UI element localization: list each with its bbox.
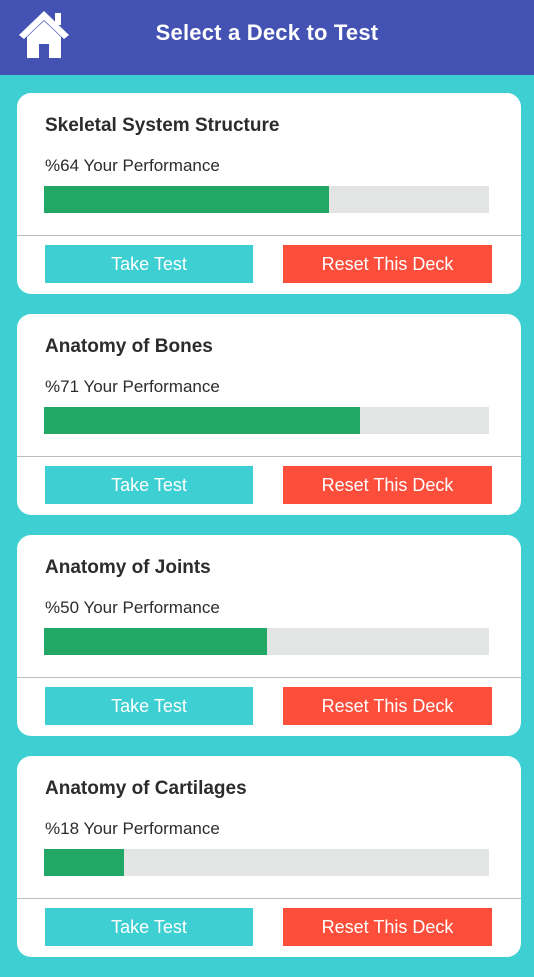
take-test-button[interactable]: Take Test [45,466,253,504]
performance-label: %50 Your Performance [45,598,220,617]
reset-deck-button[interactable]: Reset This Deck [283,466,492,504]
performance-label: %71 Your Performance [45,377,220,396]
reset-deck-button[interactable]: Reset This Deck [283,687,492,725]
take-test-button[interactable]: Take Test [45,245,253,283]
deck-card: Anatomy of Bones %71 Your Performance Ta… [17,314,521,515]
deck-title: Skeletal System Structure [45,115,280,136]
performance-bar-fill [44,628,267,655]
page-title: Select a Deck to Test [155,20,379,45]
deck-title: Anatomy of Bones [45,336,213,357]
reset-deck-button[interactable]: Reset This Deck [283,908,492,946]
deck-title: Anatomy of Cartilages [45,778,247,799]
performance-bar [44,407,489,434]
deck-card: Anatomy of Cartilages %18 Your Performan… [17,756,521,957]
performance-bar [44,186,489,213]
performance-label: %18 Your Performance [45,819,220,838]
card-divider [17,677,521,678]
take-test-button[interactable]: Take Test [45,687,253,725]
card-divider [17,235,521,236]
take-test-button[interactable]: Take Test [45,908,253,946]
app-header: Select a Deck to Test [0,0,534,75]
deck-card: Anatomy of Joints %50 Your Performance T… [17,535,521,736]
performance-bar [44,849,489,876]
deck-list: Skeletal System Structure %64 Your Perfo… [17,93,521,977]
card-divider [17,456,521,457]
performance-bar-fill [44,849,125,876]
card-divider [17,898,521,899]
performance-bar [44,628,489,655]
reset-deck-button[interactable]: Reset This Deck [283,245,492,283]
deck-title: Anatomy of Joints [45,557,211,578]
deck-card: Skeletal System Structure %64 Your Perfo… [17,93,521,294]
performance-bar-fill [44,186,329,213]
performance-label: %64 Your Performance [45,156,220,175]
performance-bar-fill [44,407,360,434]
